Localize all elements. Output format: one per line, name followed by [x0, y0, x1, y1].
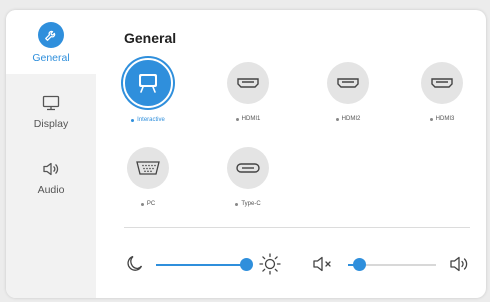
hdmi-port-icon [227, 62, 269, 104]
sidebar-item-general[interactable]: General [6, 10, 96, 74]
source-hdmi3[interactable]: HDMI3 [397, 62, 486, 122]
hdmi-port-icon [327, 62, 369, 104]
monitor-icon [40, 92, 62, 114]
source-label: Interactive [137, 117, 165, 123]
moon-icon [124, 254, 144, 274]
settings-panel: General Display Audio General Interactiv… [6, 10, 486, 298]
interactive-display-icon [123, 58, 173, 108]
sidebar-item-label: Audio [37, 184, 65, 196]
sidebar-item-audio[interactable]: Audio [6, 158, 96, 222]
divider [124, 227, 470, 228]
vga-port-icon [127, 147, 169, 189]
page-title: General [124, 30, 177, 46]
brightness-slider-fill [156, 264, 246, 266]
source-type-c[interactable]: Type-C [203, 147, 293, 207]
brightness-slider-thumb[interactable] [240, 258, 253, 271]
source-hdmi1[interactable]: HDMI1 [203, 62, 293, 122]
speaker-icon [40, 158, 62, 180]
mute-icon [312, 254, 334, 274]
sidebar-item-label: Display [33, 118, 69, 130]
sun-icon [259, 253, 281, 275]
source-label: Type-C [241, 201, 261, 207]
source-label: PC [146, 201, 156, 207]
sidebar: General Display Audio [6, 10, 96, 298]
volume-icon [449, 254, 471, 274]
source-pc[interactable]: PC [103, 147, 193, 207]
sidebar-item-display[interactable]: Display [6, 92, 96, 156]
volume-slider[interactable] [348, 258, 436, 271]
source-label: HDMI3 [435, 116, 455, 122]
usb-c-port-icon [227, 147, 269, 189]
source-label: HDMI2 [341, 116, 361, 122]
wrench-icon [38, 22, 64, 48]
source-interactive[interactable]: Interactive [103, 58, 193, 123]
brightness-slider[interactable] [156, 258, 253, 271]
volume-slider-thumb[interactable] [352, 258, 366, 271]
sidebar-item-label: General [32, 52, 70, 64]
source-hdmi2[interactable]: HDMI2 [303, 62, 393, 122]
hdmi-port-icon [421, 62, 463, 104]
source-label: HDMI1 [241, 116, 261, 122]
